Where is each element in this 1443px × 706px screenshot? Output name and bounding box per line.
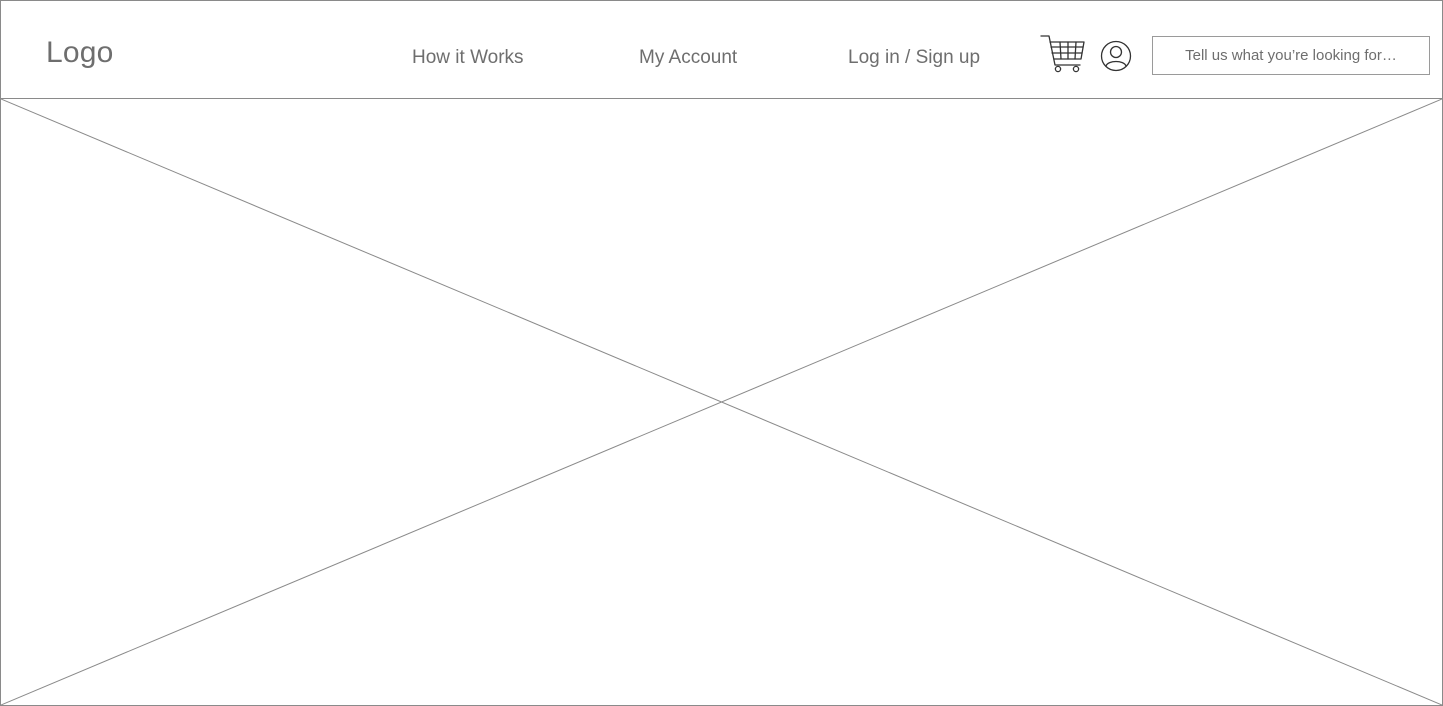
nav-link-my-account[interactable]: My Account — [639, 46, 737, 70]
hero-image-placeholder — [1, 99, 1442, 705]
nav-link-how-it-works[interactable]: How it Works — [412, 46, 524, 70]
user-icon[interactable] — [1099, 39, 1133, 73]
placeholder-cross — [1, 99, 1442, 705]
search-box — [1152, 36, 1430, 75]
site-header: Logo How it Works My Account Log in / Si… — [1, 1, 1442, 99]
shopping-cart-icon[interactable] — [1039, 34, 1087, 74]
nav-link-login-signup[interactable]: Log in / Sign up — [848, 46, 980, 70]
wireframe-page: Logo How it Works My Account Log in / Si… — [0, 0, 1443, 706]
search-input[interactable] — [1153, 37, 1429, 74]
logo[interactable]: Logo — [46, 35, 114, 71]
